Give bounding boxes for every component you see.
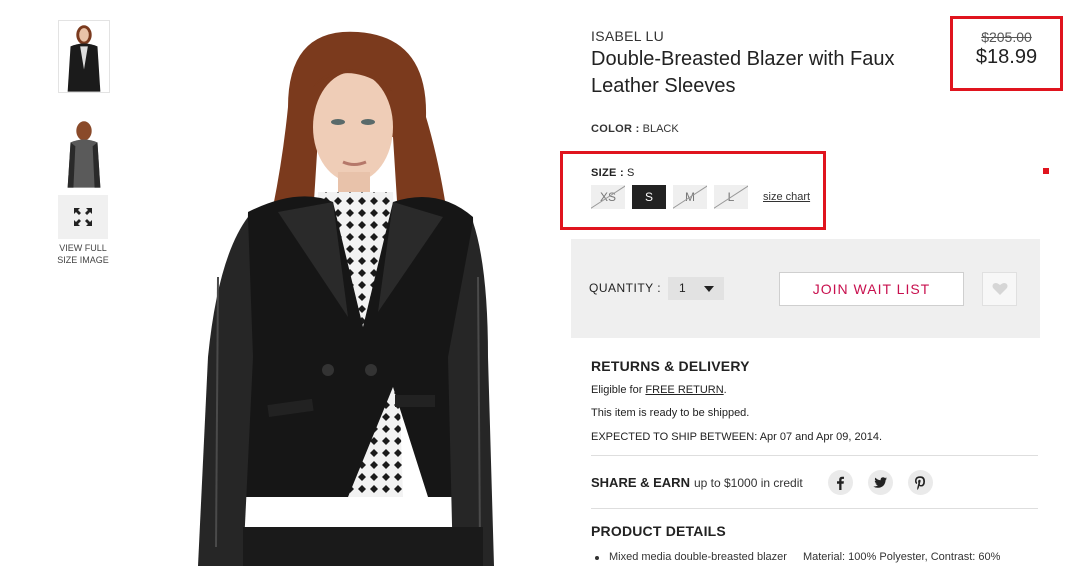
quantity-select[interactable]: 1 [668,277,724,300]
product-details-title: PRODUCT DETAILS [591,523,726,539]
eligible-suffix: . [723,384,727,396]
pinterest-share-button[interactable] [907,470,933,495]
quantity-label: QUANTITY : [589,281,662,295]
ship-window-dates: Apr 07 and Apr 09, 2014. [759,431,883,443]
caret-down-icon [704,286,714,292]
twitter-icon [873,476,888,488]
size-label-row: SIZE : S [591,167,634,179]
size-selection: SIZE : S XS S M L size chart [560,151,826,230]
original-price: $205.00 [981,29,1032,45]
thumbnail-back[interactable] [58,116,110,189]
size-value: S [627,167,635,179]
product-brand[interactable]: ISABEL LU [591,28,664,44]
eligible-prefix: Eligible for [591,384,643,396]
view-full-size-button[interactable] [58,195,108,239]
color-label: COLOR : [591,123,640,135]
size-option-xs[interactable]: XS [591,185,625,209]
size-option-s[interactable]: S [632,185,666,209]
thumbnail-back-image [59,117,109,188]
thumbnail-front-image [59,21,109,92]
product-photo [188,27,494,566]
view-full-size-label-line2: SIZE IMAGE [57,255,109,265]
ship-window-prefix: EXPECTED TO SHIP BETWEEN: [591,431,758,443]
join-wait-list-button[interactable]: JOIN WAIT LIST [779,272,964,306]
wishlist-button[interactable] [982,272,1017,306]
price-box: $205.00 $18.99 [950,16,1063,91]
material-text: Material: 100% Polyester, Contrast: 60% [802,551,1001,563]
twitter-share-button[interactable] [867,470,893,495]
quantity-value: 1 [679,281,686,295]
free-return-line: Eligible for FREE RETURN. [591,384,727,396]
heart-icon [992,282,1007,295]
main-product-image[interactable] [188,27,494,566]
size-option-m[interactable]: M [673,185,707,209]
share-earn-subtitle: up to $1000 in credit [693,475,803,490]
view-full-size-label: VIEW FULL SIZE IMAGE [44,242,122,266]
expand-icon [74,208,92,226]
sale-price: $18.99 [975,46,1038,68]
size-chart-link[interactable]: size chart [763,191,810,203]
purchase-panel: QUANTITY : 1 JOIN WAIT LIST [571,239,1040,338]
facebook-share-button[interactable] [827,470,853,495]
product-title: Double-Breasted Blazer with Faux Leather… [591,48,895,97]
view-full-size-label-line1: VIEW FULL [59,243,107,253]
returns-delivery-title: RETURNS & DELIVERY [591,358,750,374]
ship-window-line: EXPECTED TO SHIP BETWEEN: Apr 07 and Apr… [591,431,882,443]
size-options: XS S M L size chart [591,185,810,209]
pinterest-icon [915,475,926,490]
product-details-list: Mixed media double-breasted blazer Mater… [595,551,1000,563]
color-value: BLACK [642,123,679,135]
marker-dot [1043,168,1049,174]
ready-to-ship-text: This item is ready to be shipped. [591,407,750,419]
size-label: SIZE : [591,167,624,179]
share-earn-row: SHARE & EARN up to $1000 in credit [591,470,933,495]
detail-bullet: Mixed media double-breasted blazer [609,551,787,563]
facebook-icon [837,476,845,490]
divider [591,455,1038,456]
free-return-link[interactable]: FREE RETURN [645,384,723,396]
thumbnail-front[interactable] [58,20,110,93]
color-selection: COLOR : BLACK [591,123,679,135]
share-earn-title: SHARE & EARN [591,475,690,490]
divider [591,508,1038,509]
size-option-l[interactable]: L [714,185,748,209]
bullet-dot [595,556,599,560]
